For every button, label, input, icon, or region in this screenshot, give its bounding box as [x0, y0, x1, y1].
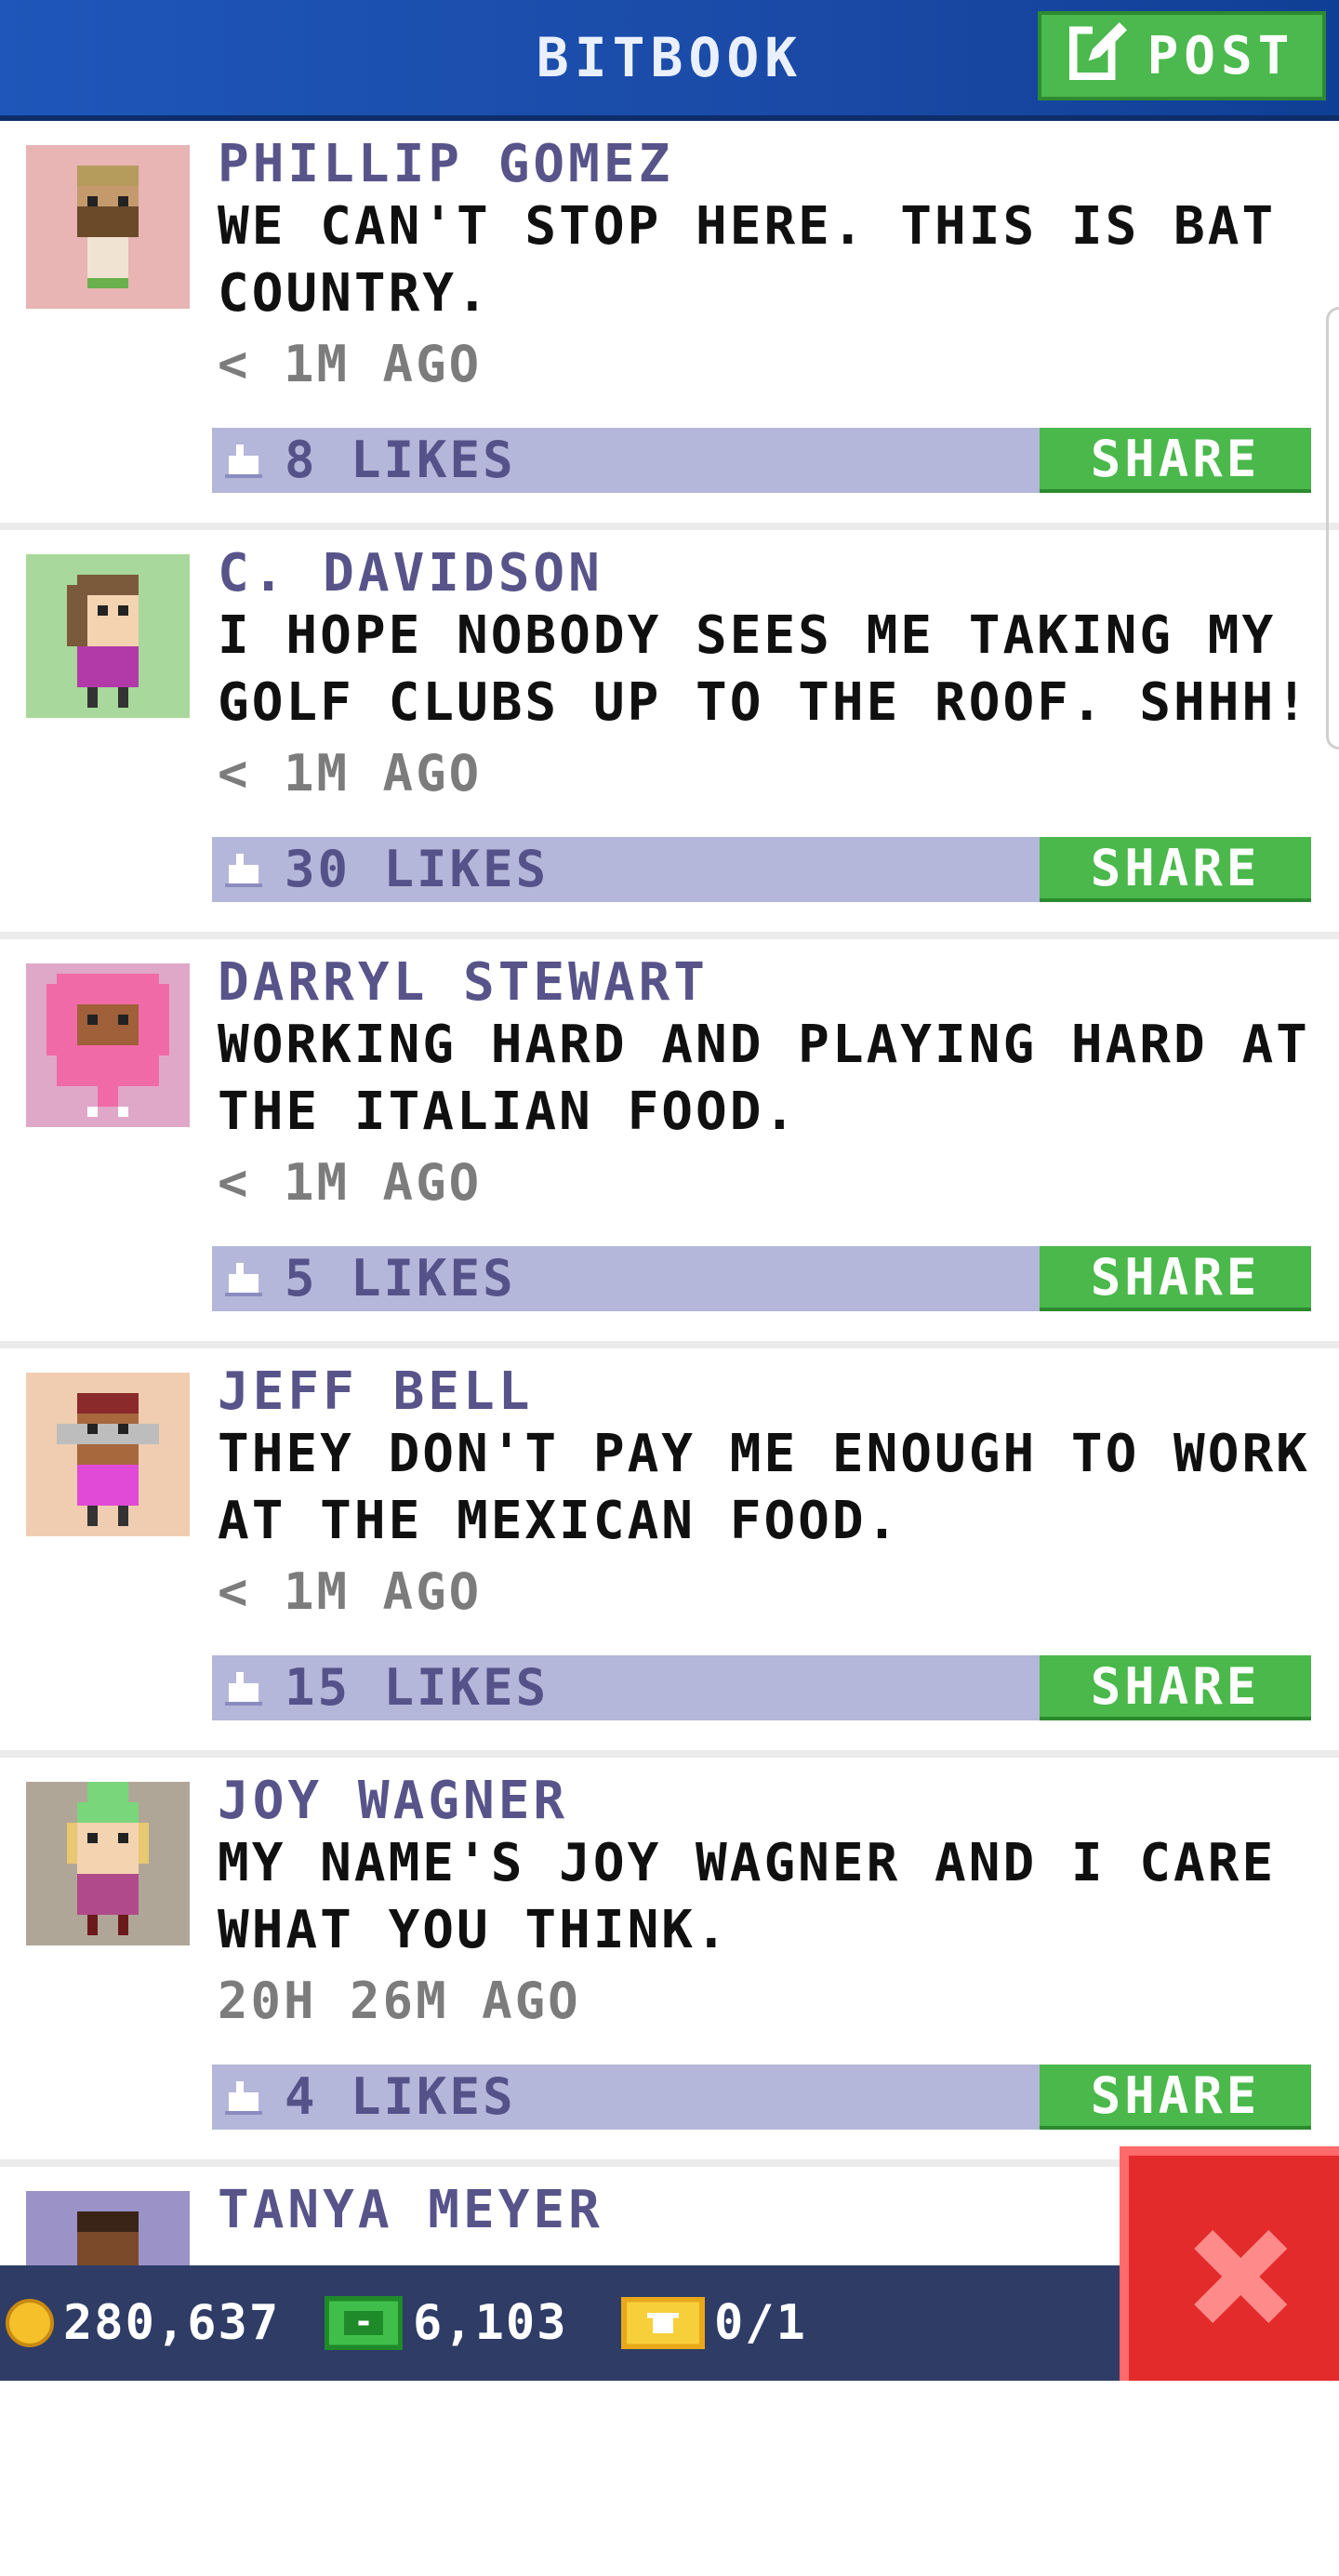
post-time: < 1M AGO [218, 1562, 483, 1621]
thumbs-up-icon [225, 2081, 262, 2115]
vip-ticket-icon [621, 2297, 705, 2349]
avatar[interactable] [26, 145, 190, 309]
post-author[interactable]: JEFF BELL [218, 1361, 533, 1422]
close-button[interactable] [1120, 2146, 1339, 2381]
coin-icon [6, 2299, 54, 2347]
avatar[interactable] [26, 1373, 190, 1536]
likes-count: 8 LIKES [285, 431, 516, 489]
post-message: I HOPE NOBODY SEES ME TAKING MY GOLF CLU… [218, 605, 1310, 733]
post-author[interactable]: TANYA MEYER [218, 2180, 603, 2240]
coins-stat: 280,637 [6, 2265, 280, 2381]
header-bar: BITBOOK POST [0, 0, 1339, 121]
post-time: < 1M AGO [218, 1153, 483, 1212]
feed-post: DARRYL STEWART WORKING HARD AND PLAYING … [0, 939, 1339, 1348]
divider [0, 1750, 1339, 1758]
scroll-indicator[interactable] [1326, 307, 1339, 750]
post-time: 20H 26M AGO [218, 1972, 581, 2030]
post-message: WORKING HARD AND PLAYING HARD AT THE ITA… [218, 1015, 1310, 1142]
thumbs-up-icon [225, 445, 262, 478]
share-button[interactable]: SHARE [1040, 1655, 1311, 1720]
divider [0, 523, 1339, 530]
likes-count: 4 LIKES [285, 2067, 516, 2126]
thumbs-up-icon [225, 854, 262, 887]
likes-count: 30 LIKES [285, 840, 550, 898]
vip-stat: 0/1 [621, 2265, 807, 2381]
post-author[interactable]: JOY WAGNER [218, 1771, 568, 1831]
bux-value: 6,103 [413, 2295, 568, 2351]
avatar[interactable] [26, 963, 190, 1127]
post-button[interactable]: POST [1038, 11, 1326, 100]
bux-stat: 6,103 [324, 2265, 568, 2381]
post-author[interactable]: C. DAVIDSON [218, 543, 603, 604]
avatar[interactable] [26, 1782, 190, 1945]
share-button[interactable]: SHARE [1040, 1246, 1311, 1311]
coins-value: 280,637 [63, 2295, 281, 2351]
post-message: THEY DON'T PAY ME ENOUGH TO WORK AT THE … [218, 1424, 1310, 1551]
thumbs-up-icon [225, 1263, 262, 1296]
close-icon [1194, 2230, 1287, 2323]
edit-icon [1068, 19, 1131, 93]
feed-post: JEFF BELL THEY DON'T PAY ME ENOUGH TO WO… [0, 1348, 1339, 1758]
post-time: < 1M AGO [218, 744, 483, 803]
post-author[interactable]: DARRYL STEWART [218, 952, 709, 1013]
avatar[interactable] [26, 554, 190, 718]
post-message: WE CAN'T STOP HERE. THIS IS BAT COUNTRY. [218, 196, 1277, 324]
likes-count: 5 LIKES [285, 1249, 516, 1308]
likes-count: 15 LIKES [285, 1658, 550, 1717]
post-author[interactable]: PHILLIP GOMEZ [218, 134, 673, 194]
feed-post: JOY WAGNER MY NAME'S JOY WAGNER AND I CA… [0, 1758, 1339, 2167]
divider [0, 932, 1339, 939]
post-time: < 1M AGO [218, 335, 483, 393]
post-button-label: POST [1147, 25, 1295, 86]
thumbs-up-icon [225, 1672, 262, 1706]
divider [0, 1341, 1339, 1348]
share-button[interactable]: SHARE [1040, 837, 1311, 902]
share-button[interactable]: SHARE [1040, 428, 1311, 493]
feed-post: PHILLIP GOMEZ WE CAN'T STOP HERE. THIS I… [0, 121, 1339, 530]
feed-post: C. DAVIDSON I HOPE NOBODY SEES ME TAKING… [0, 530, 1339, 939]
bux-icon [324, 2296, 404, 2350]
vip-value: 0/1 [714, 2295, 807, 2351]
share-button[interactable]: SHARE [1040, 2065, 1311, 2130]
post-message: MY NAME'S JOY WAGNER AND I CARE WHAT YOU… [218, 1833, 1277, 1960]
